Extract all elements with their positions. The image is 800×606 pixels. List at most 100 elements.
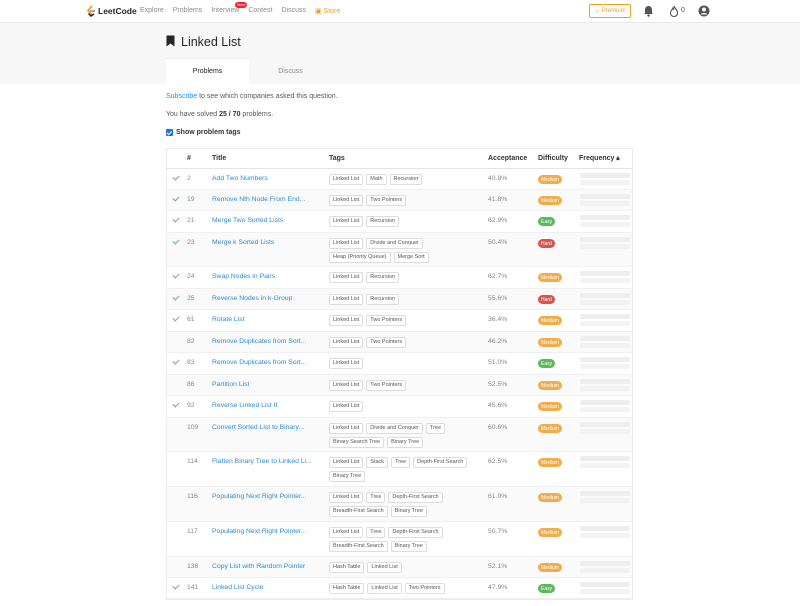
tag-chip[interactable]: Tree (425, 423, 446, 434)
tag-chip[interactable]: Linked List (329, 358, 364, 369)
tag-chip[interactable]: Two Pointers (404, 583, 445, 594)
tag-chip[interactable]: Binary Search Tree (329, 437, 385, 448)
tag-chip[interactable]: Breadth-First Search (329, 541, 388, 552)
tag-chip[interactable]: Linked List (329, 401, 364, 412)
table-row[interactable]: 23 Merge k Sorted Lists Linked List Divide … (167, 233, 632, 267)
tag-chip[interactable]: Two Pointers (366, 195, 407, 206)
table-row[interactable]: 2 Add Two Numbers Linked List Math Recursion… (167, 169, 632, 190)
tag-chip[interactable]: Heap (Priority Queue) (329, 252, 391, 263)
tag-chip[interactable]: Binary Tree (390, 541, 427, 552)
problem-title-link[interactable]: Populating Next Right Pointer... (212, 493, 306, 500)
tag-chip[interactable]: Two Pointers (366, 337, 407, 348)
table-row[interactable]: 82 Remove Duplicates from Sort... Linked L… (167, 332, 632, 353)
nav-problems[interactable]: Problems (173, 7, 203, 15)
tag-chip[interactable]: Linked List (329, 380, 364, 391)
problem-title-link[interactable]: Reverse Nodes in k-Group (212, 295, 292, 302)
fire-icon[interactable] (669, 5, 679, 17)
avatar-icon[interactable] (698, 5, 710, 17)
col-difficulty[interactable]: Difficulty (538, 155, 568, 162)
tag-chip[interactable]: Linked List (329, 272, 364, 283)
tag-chip[interactable]: Tree (366, 527, 386, 538)
table-row[interactable]: 109 Convert Sorted List to Binary... Linke… (167, 418, 632, 452)
nav-interview[interactable]: Interview New (211, 2, 248, 15)
problem-title-link[interactable]: Add Two Numbers (212, 175, 268, 182)
tag-chip[interactable]: Linked List (329, 216, 364, 227)
tag-chip[interactable]: Recursion (366, 216, 400, 227)
tag-chip[interactable]: Depth-First Search (413, 457, 468, 468)
problem-title-link[interactable]: Reverse Linked List II (212, 402, 277, 409)
tab-discuss[interactable]: Discuss (249, 58, 332, 84)
tag-chip[interactable]: Binary Tree (329, 471, 366, 482)
problem-title-link[interactable]: Merge k Sorted Lists (212, 239, 274, 246)
tag-chip[interactable]: Recursion (389, 174, 423, 185)
problem-title-link[interactable]: Rotate List (212, 316, 245, 323)
tag-chip[interactable]: Two Pointers (366, 380, 407, 391)
tag-chip[interactable]: Stack (366, 457, 389, 468)
tag-chip[interactable]: Depth-First Search (388, 527, 443, 538)
col-number[interactable]: # (187, 155, 191, 162)
tag-chip[interactable]: Math (366, 174, 387, 185)
premium-button[interactable]: ☆ Premium (589, 4, 631, 18)
problem-title-link[interactable]: Remove Duplicates from Sort... (212, 338, 306, 345)
table-row[interactable]: 21 Merge Two Sorted Lists Linked List Recur… (167, 211, 632, 233)
tag-chip[interactable]: Linked List (367, 583, 402, 594)
tag-chip[interactable]: Linked List (329, 195, 364, 206)
tag-chip[interactable]: Divide and Conquer (366, 423, 423, 434)
problem-title-link[interactable]: Remove Duplicates from Sort... (212, 359, 306, 366)
tag-chip[interactable]: Linked List (329, 174, 364, 185)
bell-icon[interactable] (643, 5, 654, 17)
table-row[interactable]: 86 Partition List Linked List Two Pointers 5… (167, 375, 632, 396)
tab-problems[interactable]: Problems (166, 58, 249, 84)
tag-chip[interactable]: Tree (391, 457, 411, 468)
tag-chip[interactable]: Binary Tree (387, 437, 424, 448)
tag-chip[interactable]: Merge Sort (393, 252, 429, 263)
nav-contest[interactable]: Contest (248, 7, 272, 15)
tag-chip[interactable]: Tree (366, 492, 386, 503)
table-row[interactable]: 141 Linked List Cycle Hash Table Linked Lis… (167, 578, 632, 599)
table-row[interactable]: 138 Copy List with Random Pointer Hash Tab… (167, 557, 632, 578)
problem-title-link[interactable]: Remove Nth Node From End... (212, 196, 305, 203)
problem-title-link[interactable]: Linked List Cycle (212, 584, 263, 591)
nav-store[interactable]: ▣ Store (315, 7, 340, 15)
table-row[interactable]: 61 Rotate List Linked List Two Pointers 36.4… (167, 310, 632, 332)
table-row[interactable]: 25 Reverse Nodes in k-Group Linked List Rec… (167, 289, 632, 310)
tag-chip[interactable]: Linked List (329, 238, 364, 249)
tag-chip[interactable]: Divide and Conquer (366, 238, 423, 249)
tag-chip[interactable]: Depth-First Search (388, 492, 443, 503)
tag-chip[interactable]: Breadth-First Search (329, 506, 388, 517)
table-row[interactable]: 114 Flatten Binary Tree to Linked Li... Li… (167, 452, 632, 487)
col-frequency[interactable]: Frequency 🔒︎ (579, 155, 620, 163)
tag-chip[interactable]: Two Pointers (366, 315, 407, 326)
tag-chip[interactable]: Recursion (366, 272, 400, 283)
problem-title-link[interactable]: Swap Nodes in Pairs (212, 273, 275, 280)
problem-title-link[interactable]: Flatten Binary Tree to Linked Li... (212, 458, 312, 465)
tag-chip[interactable]: Hash Table (329, 562, 365, 573)
tag-chip[interactable]: Recursion (366, 294, 400, 305)
nav-discuss[interactable]: Discuss (281, 7, 306, 15)
problem-title-link[interactable]: Copy List with Random Pointer (212, 563, 305, 570)
nav-explore[interactable]: Explore (140, 7, 164, 15)
tag-chip[interactable]: Linked List (329, 527, 364, 538)
table-row[interactable]: 116 Populating Next Right Pointer... Linke… (167, 487, 632, 522)
table-row[interactable]: 24 Swap Nodes in Pairs Linked List Recursio… (167, 267, 632, 289)
table-row[interactable]: 117 Populating Next Right Pointer... Linke… (167, 522, 632, 557)
tag-chip[interactable]: Binary Tree (390, 506, 427, 517)
problem-title-link[interactable]: Populating Next Right Pointer... (212, 528, 306, 535)
table-row[interactable]: 83 Remove Duplicates from Sort... Linked L… (167, 353, 632, 375)
tag-chip[interactable]: Hash Table (329, 583, 365, 594)
problem-title-link[interactable]: Merge Two Sorted Lists (212, 217, 283, 224)
tag-chip[interactable]: Linked List (329, 315, 364, 326)
problem-title-link[interactable]: Partition List (212, 381, 249, 388)
show-tags-checkbox[interactable] (166, 129, 173, 136)
tag-chip[interactable]: Linked List (329, 294, 364, 305)
problem-title-link[interactable]: Convert Sorted List to Binary... (212, 424, 304, 431)
col-acceptance[interactable]: Acceptance (488, 155, 527, 162)
tag-chip[interactable]: Linked List (329, 337, 364, 348)
subscribe-link[interactable]: Subscribe (166, 93, 197, 100)
logo[interactable]: LeetCode (86, 5, 137, 17)
tag-chip[interactable]: Linked List (329, 423, 364, 434)
tag-chip[interactable]: Linked List (329, 457, 364, 468)
tag-chip[interactable]: Linked List (329, 492, 364, 503)
table-row[interactable]: 19 Remove Nth Node From End... Linked List… (167, 190, 632, 211)
tag-chip[interactable]: Linked List (367, 562, 402, 573)
